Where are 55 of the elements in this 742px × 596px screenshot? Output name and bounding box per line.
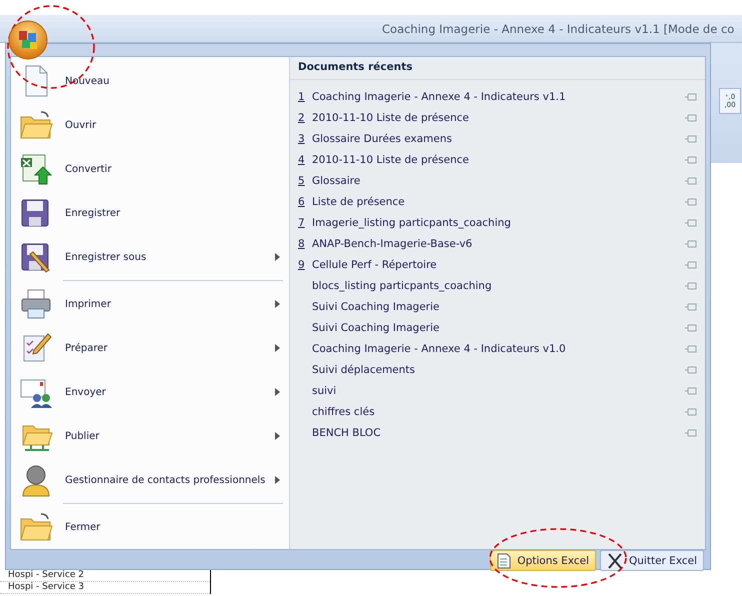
pin-icon[interactable]	[685, 112, 697, 122]
printer-icon	[19, 287, 53, 321]
pin-icon[interactable]	[685, 134, 697, 144]
recent-document[interactable]: 7 Imagerie_listing particpants_coaching	[290, 212, 705, 233]
table-cell: Hospi - Service 2	[0, 570, 210, 582]
pin-icon[interactable]	[685, 344, 697, 354]
menu-item[interactable]: Convertir	[11, 147, 289, 191]
pin-icon[interactable]	[685, 280, 697, 290]
menu-item[interactable]: Préparer	[11, 326, 289, 370]
menu-item[interactable]: Gestionnaire de contacts professionnels	[11, 458, 289, 502]
pin-icon[interactable]	[685, 196, 697, 206]
spreadsheet-icon	[19, 152, 53, 186]
recent-document[interactable]: 4 2010-11-10 Liste de présence	[290, 149, 705, 170]
recent-document[interactable]: Suivi Coaching Imagerie	[290, 296, 705, 317]
pin-icon[interactable]	[685, 218, 697, 228]
recent-document[interactable]: 1 Coaching Imagerie - Annexe 4 - Indicateurs v1.1	[290, 86, 705, 107]
recent-document[interactable]: BENCH BLOC	[290, 422, 705, 443]
close-icon	[607, 552, 623, 568]
recent-document[interactable]: blocs_listing particpants_coaching	[290, 275, 705, 296]
recent-document[interactable]: 8 ANAP-Bench-Imagerie-Base-v6	[290, 233, 705, 254]
menu-item[interactable]: Envoyer	[11, 370, 289, 414]
table-cell: Hospi - Service 3	[0, 582, 210, 594]
recent-document[interactable]: suivi	[290, 380, 705, 401]
pin-icon[interactable]	[685, 154, 697, 164]
pin-icon[interactable]	[685, 322, 697, 332]
menu-item[interactable]: Ouvrir	[11, 103, 289, 147]
pin-icon[interactable]	[685, 92, 697, 102]
pin-icon[interactable]	[685, 176, 697, 186]
menu-item[interactable]: Enregistrer sous	[11, 235, 289, 279]
pin-icon[interactable]	[685, 260, 697, 270]
recent-document[interactable]: Coaching Imagerie - Annexe 4 - Indicateurs v1.0	[290, 338, 705, 359]
pin-icon[interactable]	[685, 238, 697, 248]
window-title: Coaching Imagerie - Annexe 4 - Indicateurs v1.1 [Mode de co	[382, 22, 734, 36]
menu-item[interactable]: Imprimer	[11, 282, 289, 326]
pin-icon[interactable]	[685, 386, 697, 396]
pin-icon[interactable]	[685, 364, 697, 374]
pin-icon[interactable]	[685, 406, 697, 416]
recent-document[interactable]: 9 Cellule Perf - Répertoire	[290, 254, 705, 275]
pin-icon[interactable]	[685, 428, 697, 438]
recent-document[interactable]: Suivi déplacements	[290, 359, 705, 380]
recent-document[interactable]: 5 Glossaire	[290, 170, 705, 191]
options-button[interactable]: Options Excel	[490, 550, 596, 571]
menu-item[interactable]: Fermer	[11, 505, 289, 549]
menu-item[interactable]: Publier	[11, 414, 289, 458]
document-icon	[497, 552, 512, 568]
recent-document[interactable]: Suivi Coaching Imagerie	[290, 317, 705, 338]
pin-icon[interactable]	[685, 302, 697, 312]
recent-document[interactable]: 6 Liste de présence	[290, 191, 705, 212]
recent-document[interactable]: 3 Glossaire Durées examens	[290, 128, 705, 149]
section-heading: Documents récents	[290, 57, 705, 80]
exit-button[interactable]: Quitter Excel	[600, 550, 704, 571]
recent-document[interactable]: 2 2010-11-10 Liste de présence	[290, 107, 705, 128]
menu-item[interactable]: Nouveau	[11, 59, 289, 103]
menu-item[interactable]: Enregistrer	[11, 191, 289, 235]
recent-document[interactable]: chiffres clés	[290, 401, 705, 422]
